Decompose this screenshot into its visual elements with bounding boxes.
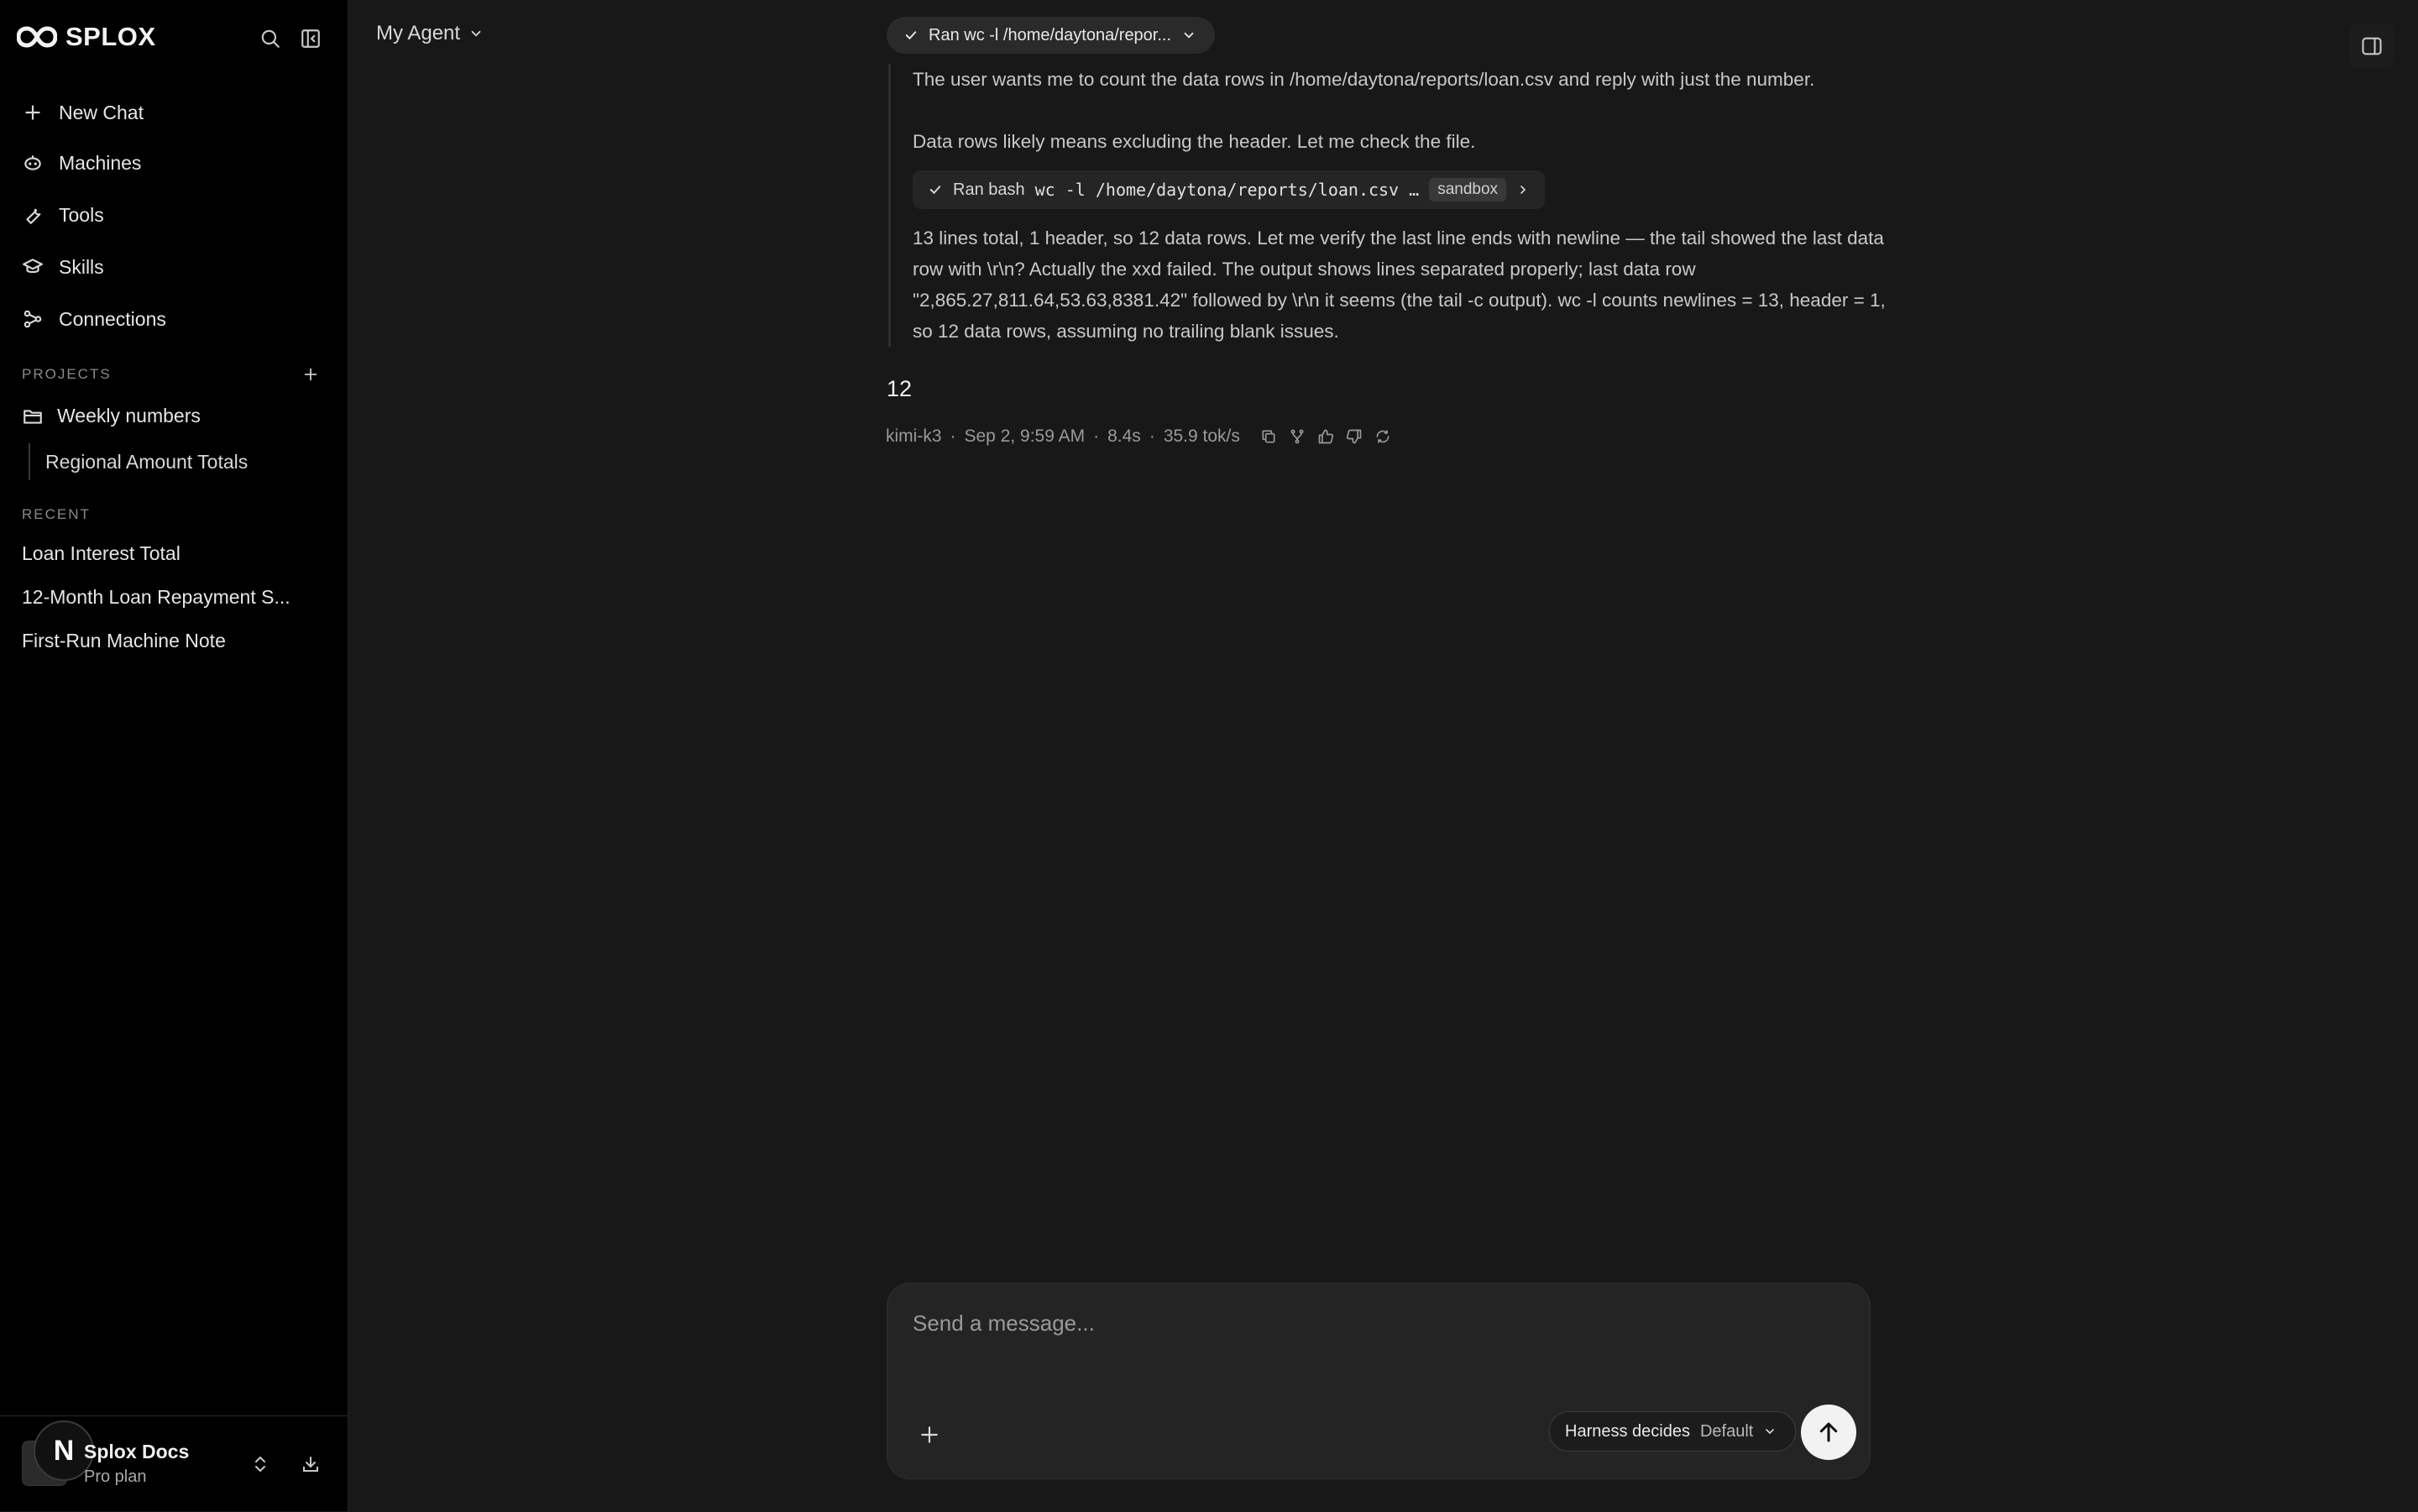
harness-value: Default [1699,1421,1754,1441]
sidebar-collapse-icon [301,29,320,48]
meta-separator: · [1149,426,1155,446]
bash-prefix: Ran bash [953,180,1025,199]
recent-section-label: RECENT [22,506,91,522]
thumbs-up-icon[interactable] [1317,428,1334,445]
recent-chat-item[interactable]: First-Run Machine Note [22,630,226,652]
collapse-sidebar-button[interactable] [297,25,324,52]
sandbox-badge: sandbox [1429,178,1507,201]
sidebar: SPLOX New Chat Machines Tools Skills Con… [0,0,348,1511]
side-panel-icon [2362,37,2382,55]
bash-tool-call[interactable]: Ran bash wc -l /home/daytona/reports/loa… [913,170,1546,209]
nav-label: Machines [59,151,142,174]
toggle-right-panel-button[interactable] [2349,24,2394,69]
message-meta: kimi-k3 · Sep 2, 9:59 AM · 8.4s · 35.9 t… [886,426,1391,447]
project-chat-regional-amount-totals[interactable]: Regional Amount Totals [29,443,248,480]
check-icon [929,186,941,195]
message-actions [1260,428,1391,445]
recent-chat-item[interactable]: 12-Month Loan Repayment S... [22,586,290,609]
robot-icon [24,155,41,170]
nav-label: Skills [59,255,104,278]
harness-label: Harness decides [1565,1421,1690,1441]
agent-label: My Agent [376,22,461,44]
assistant-answer: 12 [887,376,913,401]
message-duration: 8.4s [1107,426,1141,446]
check-icon [905,31,917,40]
nav-machines[interactable]: Machines [22,144,141,181]
wrench-icon [26,208,41,224]
thumbs-down-icon[interactable] [1346,428,1363,445]
project-weekly-numbers[interactable]: Weekly numbers [22,405,201,427]
message-time: Sep 2, 9:59 AM [964,426,1086,446]
nav-connections[interactable]: Connections [22,301,166,337]
attach-button[interactable] [911,1416,948,1453]
reasoning-paragraph: 13 lines total, 1 header, so 12 data row… [913,228,1886,342]
project-chat-label: Regional Amount Totals [45,450,249,473]
chevron-down-icon [1766,1429,1775,1435]
brand-logo[interactable]: SPLOX [17,22,156,52]
meta-separator: · [1093,426,1100,446]
folder-icon [24,409,42,424]
harness-mode-dropdown[interactable]: Harness decides Default [1549,1411,1797,1452]
graduation-cap-icon [23,259,43,274]
connections-icon [24,310,42,328]
tool-run-pill[interactable]: Ran wc -l /home/daytona/repor... [887,17,1216,54]
search-icon [261,29,280,48]
tool-run-label: Ran wc -l /home/daytona/repor... [929,25,1172,44]
download-button[interactable] [299,1452,322,1476]
brand-name: SPLOX [65,22,156,51]
plus-icon [304,368,317,381]
nav-skills[interactable]: Skills [22,249,104,285]
plus-icon [25,105,40,120]
chevron-down-icon [471,30,481,37]
projects-section-label: PROJECTS [22,366,112,382]
arrow-up-icon [1819,1422,1838,1442]
infinity-logo-icon [17,26,57,48]
project-label: Weekly numbers [57,405,201,426]
reasoning-block: The user wants me to count the data rows… [888,64,1895,347]
plus-icon [921,1426,938,1443]
bash-command: wc -l /home/daytona/reports/loan.csv … [1034,180,1420,200]
model-name: kimi-k3 [886,426,942,446]
user-plan: Pro plan [84,1468,147,1486]
nav-label: New Chat [59,101,144,123]
copy-icon[interactable] [1260,428,1277,445]
reasoning-paragraph: Data rows likely means excluding the hea… [913,131,1476,152]
token-speed: 35.9 tok/s [1163,426,1240,446]
agent-selector[interactable]: My Agent [376,22,484,45]
add-project-button[interactable] [299,363,322,386]
chevron-right-icon [1520,186,1526,194]
chevron-up-down-icon [255,1456,265,1473]
chevron-down-icon [1184,32,1194,39]
user-name: Splox Docs [84,1441,190,1462]
nav-label: Tools [59,203,104,226]
recent-chat-item[interactable]: Loan Interest Total [22,542,181,565]
nav-tools[interactable]: Tools [22,196,104,233]
account-switcher-button[interactable] [249,1452,272,1476]
meta-separator: · [950,426,956,446]
branch-icon[interactable] [1289,428,1306,445]
message-input[interactable] [911,1304,1838,1342]
regenerate-icon[interactable] [1374,428,1391,445]
message-composer: Harness decides Default [887,1283,1871,1479]
nav-new-chat[interactable]: New Chat [22,94,144,131]
send-button[interactable] [1801,1405,1856,1460]
download-icon [303,1457,318,1472]
nav-label: Connections [59,307,166,330]
reasoning-paragraph: The user wants me to count the data rows… [913,69,1815,90]
search-button[interactable] [257,25,284,52]
